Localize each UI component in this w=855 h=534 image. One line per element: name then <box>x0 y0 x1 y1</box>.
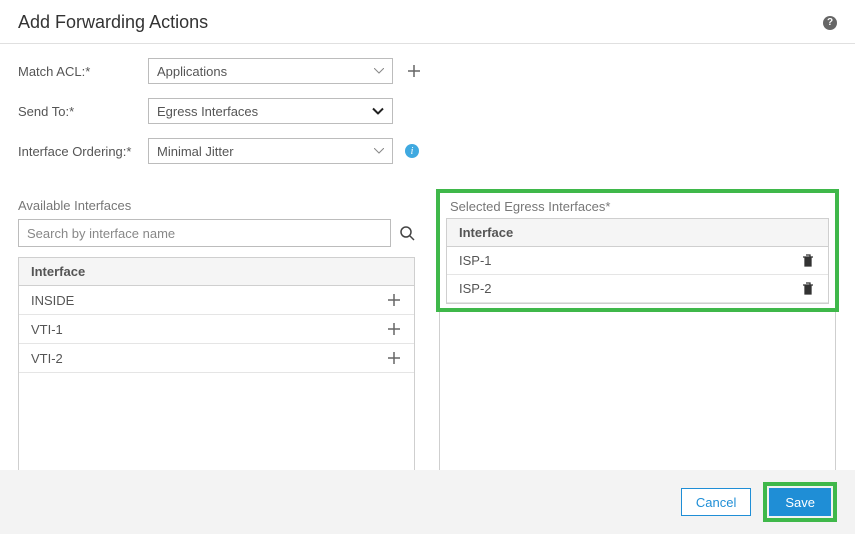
selected-interfaces-list: Interface ISP-1 ISP-2 <box>446 218 829 304</box>
chevron-down-icon <box>374 68 384 74</box>
cancel-button[interactable]: Cancel <box>681 488 751 516</box>
add-icon[interactable] <box>386 292 402 308</box>
dialog-header: Add Forwarding Actions ? <box>0 0 855 44</box>
available-interfaces-list: Interface INSIDE VTI-1 VTI-2 <box>18 257 415 474</box>
selected-list-header: Interface <box>447 219 828 247</box>
highlight-annotation: Selected Egress Interfaces* Interface IS… <box>436 189 839 312</box>
send-to-select[interactable]: Egress Interfaces <box>148 98 393 124</box>
interface-ordering-select[interactable]: Minimal Jitter <box>148 138 393 164</box>
available-interfaces-title: Available Interfaces <box>18 198 415 213</box>
add-acl-button[interactable] <box>405 62 423 80</box>
selected-interfaces-panel: Selected Egress Interfaces* Interface IS… <box>439 192 836 474</box>
interface-ordering-value: Minimal Jitter <box>157 144 234 159</box>
match-acl-label: Match ACL:* <box>18 64 148 79</box>
selected-interfaces-title: Selected Egress Interfaces* <box>450 199 829 214</box>
interface-name: VTI-1 <box>31 322 63 337</box>
available-list-header: Interface <box>19 258 414 286</box>
list-item[interactable]: VTI-2 <box>19 344 414 373</box>
available-interfaces-panel: Available Interfaces Interface INSIDE <box>18 192 415 474</box>
help-icon[interactable]: ? <box>823 16 837 30</box>
match-acl-value: Applications <box>157 64 227 79</box>
list-item[interactable]: ISP-1 <box>447 247 828 275</box>
send-to-label: Send To:* <box>18 104 148 119</box>
highlight-annotation: Save <box>763 482 837 522</box>
list-item[interactable]: INSIDE <box>19 286 414 315</box>
search-icon[interactable] <box>399 225 415 241</box>
match-acl-row: Match ACL:* Applications <box>18 58 837 84</box>
interface-name: ISP-2 <box>459 281 492 296</box>
info-icon[interactable]: i <box>405 144 419 158</box>
interface-ordering-label: Interface Ordering:* <box>18 144 148 159</box>
trash-icon[interactable] <box>802 282 816 296</box>
dialog-footer: Cancel Save <box>0 470 855 534</box>
list-item[interactable]: ISP-2 <box>447 275 828 303</box>
match-acl-select[interactable]: Applications <box>148 58 393 84</box>
interface-ordering-row: Interface Ordering:* Minimal Jitter i <box>18 138 837 164</box>
interface-name: VTI-2 <box>31 351 63 366</box>
chevron-down-icon <box>372 108 384 115</box>
search-input[interactable] <box>18 219 391 247</box>
save-button[interactable]: Save <box>769 488 831 516</box>
send-to-row: Send To:* Egress Interfaces <box>18 98 837 124</box>
chevron-down-icon <box>374 148 384 154</box>
interface-name: ISP-1 <box>459 253 492 268</box>
trash-icon[interactable] <box>802 254 816 268</box>
add-icon[interactable] <box>386 321 402 337</box>
add-icon[interactable] <box>386 350 402 366</box>
dialog-title: Add Forwarding Actions <box>18 12 208 33</box>
send-to-value: Egress Interfaces <box>157 104 258 119</box>
list-item[interactable]: VTI-1 <box>19 315 414 344</box>
interface-name: INSIDE <box>31 293 74 308</box>
